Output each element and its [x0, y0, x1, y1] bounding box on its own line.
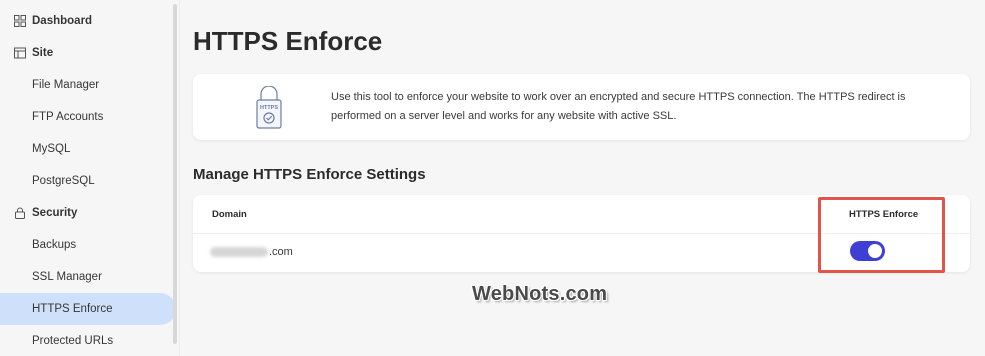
- watermark: WebNots.com: [472, 283, 608, 305]
- sidebar-item-dashboard[interactable]: Dashboard: [0, 5, 176, 37]
- table-divider: [193, 233, 970, 234]
- column-header-domain: Domain: [212, 209, 247, 220]
- sidebar-item-label: SSL Manager: [32, 271, 102, 283]
- settings-table: Domain HTTPS Enforce .com: [193, 195, 970, 272]
- settings-section-title: Manage HTTPS Enforce Settings: [193, 166, 426, 183]
- sidebar-item-mysql[interactable]: MySQL: [0, 133, 176, 165]
- sidebar-item-ssl-manager[interactable]: SSL Manager: [0, 261, 176, 293]
- page-title: HTTPS Enforce: [193, 26, 383, 56]
- info-card: HTTPS Use this tool to enforce your webs…: [193, 74, 970, 140]
- redacted-domain-blur: [210, 247, 268, 257]
- https-icon-label: HTTPS: [260, 105, 278, 111]
- sidebar-item-label: HTTPS Enforce: [32, 303, 113, 315]
- column-header-https-enforce: HTTPS Enforce: [849, 209, 919, 220]
- table-row-domain: .com: [210, 246, 293, 258]
- toggle-knob: [868, 244, 882, 258]
- sidebar-item-backups[interactable]: Backups: [0, 229, 176, 261]
- sidebar: Dashboard Site File Manager FTP Accounts…: [0, 0, 180, 356]
- domain-suffix: .com: [269, 246, 293, 258]
- sidebar-item-ftp-accounts[interactable]: FTP Accounts: [0, 101, 176, 133]
- sidebar-item-protected-urls[interactable]: Protected URLs: [0, 325, 176, 356]
- sidebar-item-site[interactable]: Site: [0, 37, 176, 69]
- https-enforce-toggle[interactable]: [850, 241, 885, 261]
- sidebar-item-postgresql[interactable]: PostgreSQL: [0, 165, 176, 197]
- sidebar-item-label: Site: [32, 47, 54, 59]
- sidebar-item-label: Backups: [32, 239, 77, 251]
- sidebar-item-file-manager[interactable]: File Manager: [0, 69, 176, 101]
- sidebar-item-security[interactable]: Security: [0, 197, 176, 229]
- sidebar-item-label: MySQL: [32, 143, 71, 155]
- sidebar-item-label: File Manager: [32, 79, 100, 91]
- sidebar-item-https-enforce[interactable]: HTTPS Enforce: [0, 293, 176, 325]
- info-description: Use this tool to enforce your website to…: [331, 91, 906, 122]
- sidebar-scrollbar[interactable]: [173, 4, 177, 344]
- site-window-icon: [14, 47, 26, 59]
- sidebar-item-label: Dashboard: [32, 15, 93, 27]
- sidebar-item-label: FTP Accounts: [32, 111, 104, 123]
- https-lock-icon: HTTPS: [255, 85, 283, 135]
- sidebar-item-label: Security: [32, 207, 78, 219]
- lock-icon: [14, 207, 26, 219]
- sidebar-item-label: Protected URLs: [32, 335, 114, 347]
- dashboard-grid-icon: [14, 15, 26, 27]
- sidebar-item-label: PostgreSQL: [32, 175, 95, 187]
